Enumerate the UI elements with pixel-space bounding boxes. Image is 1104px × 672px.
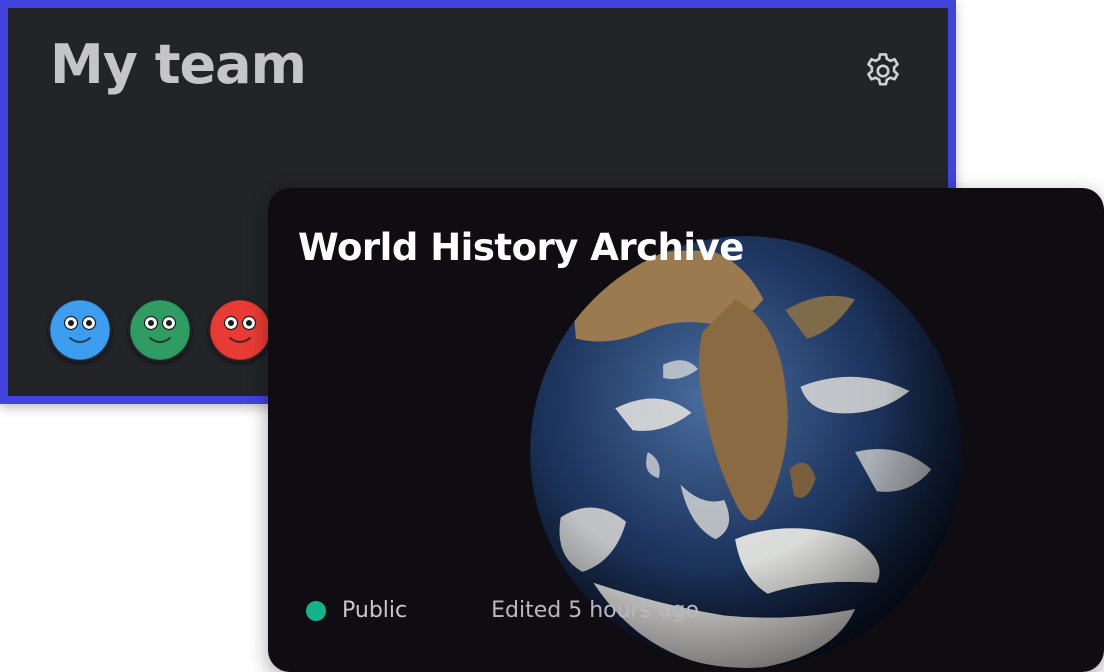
visibility-label: Public [342,598,408,623]
canvas: My team World History Archive Public Edi… [0,0,1104,672]
settings-button[interactable] [860,48,906,94]
team-avatars [48,298,272,362]
archive-title: World History Archive [298,226,744,269]
archive-meta: Public Edited 5 hours ago [306,598,699,623]
avatar-blue[interactable] [48,298,112,362]
edited-timestamp: Edited 5 hours ago [491,598,699,623]
team-title: My team [50,33,307,96]
avatar-red[interactable] [208,298,272,362]
archive-card[interactable]: World History Archive Public Edited 5 ho… [268,188,1104,672]
avatar-green[interactable] [128,298,192,362]
gear-icon [867,53,899,86]
status-dot-icon [306,600,326,621]
